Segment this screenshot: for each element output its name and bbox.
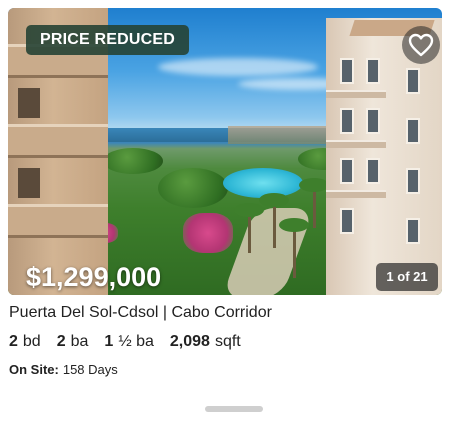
balcony	[8, 124, 108, 158]
window	[340, 158, 354, 184]
palm-tree	[259, 193, 289, 248]
baths-half-spec: 1½ ba	[104, 333, 154, 351]
window	[340, 108, 354, 134]
window	[406, 218, 420, 244]
heart-icon	[408, 33, 434, 57]
tree	[158, 168, 228, 208]
pool	[223, 168, 303, 198]
window	[340, 58, 354, 84]
baths-full-value: 2	[56, 333, 66, 350]
palm-tree	[299, 178, 329, 228]
sqft-value: 2,098	[169, 333, 210, 350]
sqft-unit: sqft	[214, 333, 241, 350]
window	[406, 68, 420, 94]
window	[18, 88, 40, 118]
listing-price: $1,299,000	[26, 262, 162, 292]
balcony	[8, 204, 108, 238]
window	[406, 168, 420, 194]
window	[366, 108, 380, 134]
baths-full-unit: ba	[70, 333, 89, 350]
window	[366, 58, 380, 84]
listing-photo[interactable]: PRICE REDUCED $1,299,000 1 of 21	[8, 8, 442, 295]
days-on-site: On Site: 158 Days	[9, 362, 118, 377]
listing-address[interactable]: Puerta Del Sol-Cdsol | Cabo Corridor	[9, 304, 272, 322]
tree	[103, 148, 163, 174]
window	[18, 168, 40, 198]
palm-tree	[234, 203, 264, 253]
drag-handle[interactable]	[205, 406, 263, 412]
listing-card[interactable]: PRICE REDUCED $1,299,000 1 of 21 Puerta …	[0, 0, 450, 425]
balcony	[326, 190, 386, 198]
baths-half-unit: ½ ba	[118, 333, 154, 350]
price-reduced-badge: PRICE REDUCED	[26, 25, 190, 55]
beds-value: 2	[9, 333, 18, 350]
baths-full-spec: 2 ba	[57, 333, 89, 351]
sqft-spec: 2,098 sqft	[170, 333, 241, 351]
baths-half-value: 1	[104, 333, 114, 350]
listing-specs: 2 bd 2 ba 1½ ba 2,098 sqft	[9, 333, 241, 351]
beds-spec: 2 bd	[9, 333, 41, 351]
window	[340, 208, 354, 234]
balcony	[326, 90, 386, 98]
flower-bed	[183, 213, 233, 253]
photo-counter: 1 of 21	[376, 263, 438, 291]
palm-tree	[279, 218, 309, 278]
window	[406, 118, 420, 144]
window	[366, 158, 380, 184]
beds-unit: bd	[22, 333, 41, 350]
cloud	[158, 58, 318, 76]
balcony	[326, 140, 386, 148]
onsite-label: On Site:	[9, 362, 59, 377]
favorite-button[interactable]	[402, 26, 440, 64]
onsite-value: 158 Days	[62, 362, 118, 377]
